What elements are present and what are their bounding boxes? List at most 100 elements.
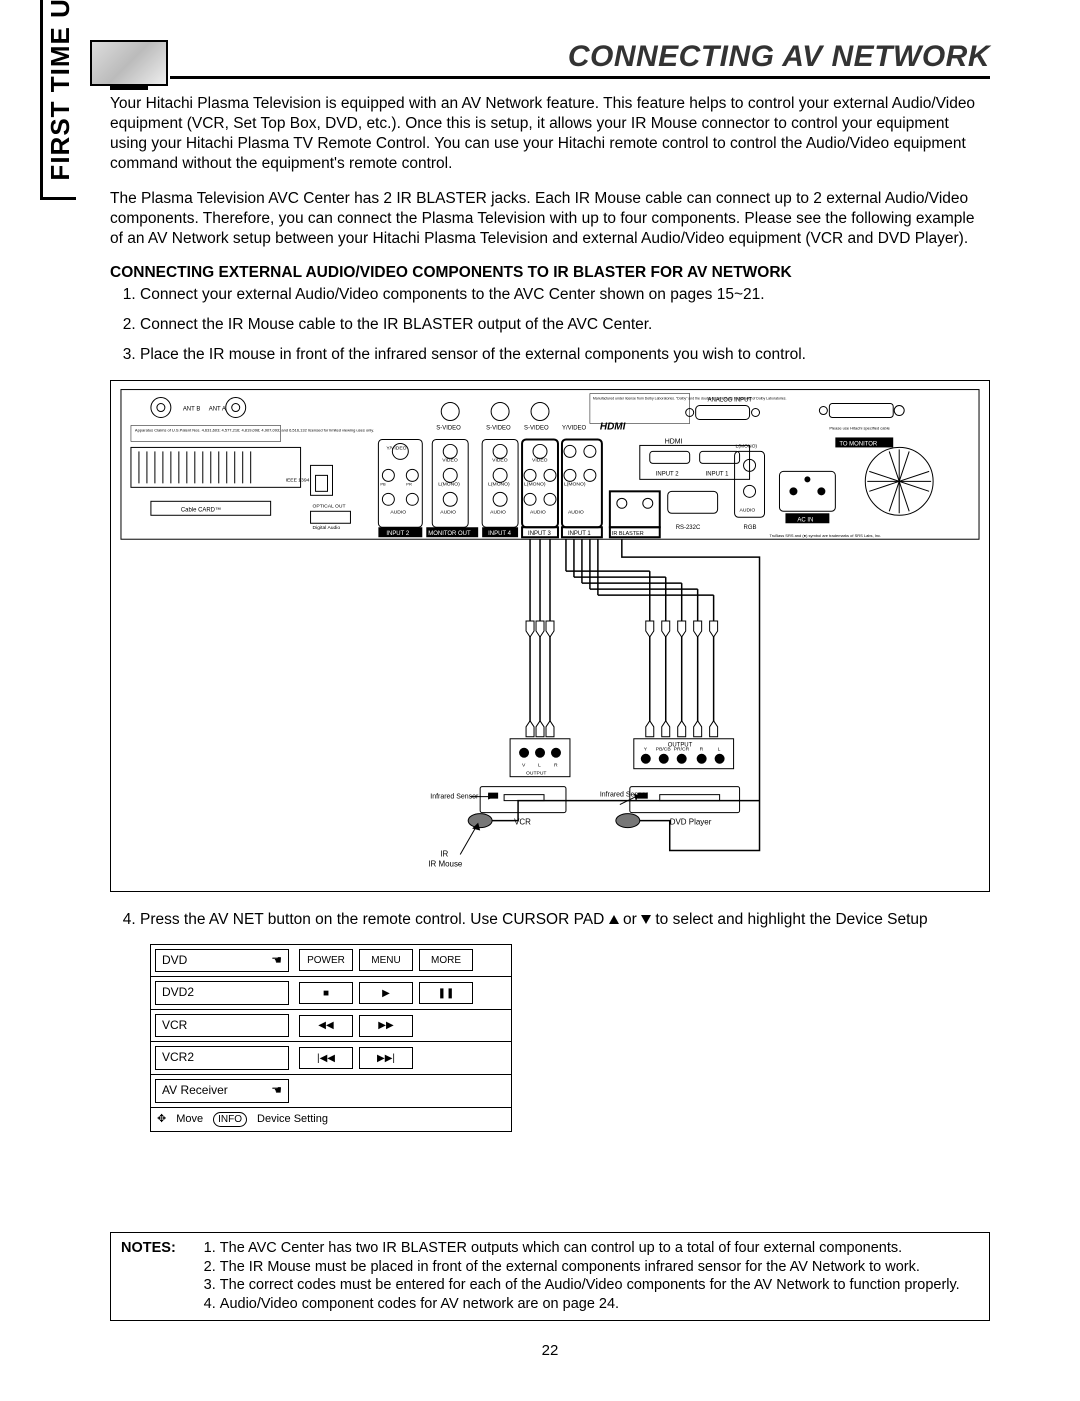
- hand-pointer-icon: ☚: [271, 1083, 282, 1099]
- svg-text:PB/CB: PB/CB: [656, 746, 672, 752]
- note-4: Audio/Video component codes for AV netwo…: [220, 1295, 960, 1314]
- svg-text:OUTPUT: OUTPUT: [526, 770, 546, 776]
- svg-text:AUDIO: AUDIO: [440, 509, 456, 515]
- avnet-row-dvd2[interactable]: DVD2: [155, 981, 289, 1005]
- svg-text:IR: IR: [440, 849, 448, 858]
- step-2: Connect the IR Mouse cable to the IR BLA…: [140, 315, 990, 335]
- svg-text:Manufactured under license fro: Manufactured under license from Dolby La…: [593, 396, 787, 400]
- svg-text:Y/VIDEO: Y/VIDEO: [562, 425, 587, 431]
- svg-text:PB: PB: [380, 481, 386, 486]
- avnet-btn-more[interactable]: MORE: [419, 949, 473, 971]
- svg-text:IEEE 1394: IEEE 1394: [286, 477, 310, 483]
- avnet-menu-panel: DVD ☚ POWER MENU MORE DVD2 ■ ▶ ❚❚: [150, 944, 512, 1132]
- svg-text:L(MONO): L(MONO): [488, 481, 510, 487]
- svg-text:L: L: [718, 746, 721, 752]
- note-1: The AVC Center has two IR BLASTER output…: [220, 1239, 960, 1258]
- avnet-btn-stop[interactable]: ■: [299, 982, 353, 1004]
- svg-text:TruBass SRS and (●) symbol are: TruBass SRS and (●) symbol are trademark…: [769, 533, 881, 538]
- svg-text:Y: Y: [644, 746, 648, 752]
- intro-paragraph-2: The Plasma Television AVC Center has 2 I…: [110, 189, 990, 249]
- section-tab: FIRST TIME USE: [40, 0, 76, 200]
- svg-text:AUDIO: AUDIO: [490, 509, 506, 515]
- svg-text:AUDIO: AUDIO: [740, 507, 756, 513]
- svg-text:PR: PR: [406, 481, 412, 486]
- tv-icon: [90, 40, 170, 90]
- svg-text:Please use Hitachi specified c: Please use Hitachi specified cable: [829, 425, 890, 430]
- move-arrows-icon: ✥: [157, 1112, 166, 1126]
- svg-text:ANALOG INPUT: ANALOG INPUT: [708, 397, 753, 403]
- avnet-btn-skipback[interactable]: |◀◀: [299, 1047, 353, 1069]
- svg-text:V: V: [522, 762, 526, 768]
- intro-paragraph-1: Your Hitachi Plasma Television is equipp…: [110, 94, 990, 175]
- note-3: The correct codes must be entered for ea…: [220, 1276, 960, 1295]
- step-1: Connect your external Audio/Video compon…: [140, 285, 990, 305]
- hand-pointer-icon: ☚: [271, 953, 282, 969]
- svg-text:INPUT 4: INPUT 4: [488, 531, 511, 537]
- svg-text:PR/CR: PR/CR: [674, 746, 690, 752]
- svg-text:RS-232C: RS-232C: [676, 525, 701, 531]
- svg-text:AUDIO: AUDIO: [568, 509, 584, 515]
- cursor-up-icon: [609, 915, 619, 924]
- avnet-btn-pause[interactable]: ❚❚: [419, 982, 473, 1004]
- avnet-btn-play[interactable]: ▶: [359, 982, 413, 1004]
- connection-diagram: ANT B ANT A Apparatus Claims of U.S.Pate…: [110, 380, 990, 892]
- avnet-footer: ✥ Move INFO Device Setting: [151, 1108, 511, 1131]
- notes-label: NOTES:: [121, 1239, 176, 1314]
- avnet-btn-menu[interactable]: MENU: [359, 949, 413, 971]
- label-digital-audio: Digital Audio: [313, 525, 341, 531]
- notes-box: NOTES: The AVC Center has two IR BLASTER…: [110, 1232, 990, 1321]
- label-ant-a: ANT A: [209, 406, 226, 412]
- info-button-icon: INFO: [213, 1112, 247, 1127]
- svg-text:S-VIDEO: S-VIDEO: [524, 425, 549, 431]
- svg-text:VCR: VCR: [514, 817, 531, 826]
- notes-list: The AVC Center has two IR BLASTER output…: [202, 1239, 960, 1314]
- svg-text:L(MONO): L(MONO): [438, 481, 460, 487]
- svg-text:L: L: [538, 762, 541, 768]
- svg-text:TO MONITOR: TO MONITOR: [839, 441, 878, 447]
- svg-text:HDMI: HDMI: [600, 421, 626, 432]
- svg-text:AUDIO: AUDIO: [530, 509, 546, 515]
- main-content: Your Hitachi Plasma Television is equipp…: [110, 94, 990, 1361]
- step-3: Place the IR mouse in front of the infra…: [140, 345, 990, 365]
- svg-text:Y/VIDEO: Y/VIDEO: [386, 445, 406, 451]
- avnet-btn-ff[interactable]: ▶▶: [359, 1015, 413, 1037]
- svg-text:L(MONO): L(MONO): [736, 443, 758, 449]
- label-apparatus: Apparatus Claims of U.S.Patent Nos. 4,63…: [135, 427, 374, 432]
- avnet-row-vcr[interactable]: VCR: [155, 1014, 289, 1038]
- svg-text:Infrared Sensor: Infrared Sensor: [600, 791, 649, 798]
- svg-text:MONITOR OUT: MONITOR OUT: [428, 531, 471, 537]
- avnet-row-vcr2[interactable]: VCR2: [155, 1046, 289, 1070]
- cursor-down-icon: [641, 915, 651, 924]
- svg-text:RGB: RGB: [744, 525, 757, 531]
- avnet-row-avreceiver[interactable]: AV Receiver ☚: [155, 1079, 289, 1103]
- svg-text:AC IN: AC IN: [797, 517, 813, 523]
- note-2: The IR Mouse must be placed in front of …: [220, 1258, 960, 1277]
- step-4-wrap: Press the AV NET button on the remote co…: [110, 910, 990, 930]
- label-ant-b: ANT B: [183, 406, 200, 412]
- avnet-btn-power[interactable]: POWER: [299, 949, 353, 971]
- svg-text:VIDEO: VIDEO: [532, 457, 548, 463]
- svg-text:VIDEO: VIDEO: [492, 457, 508, 463]
- svg-text:R: R: [554, 762, 558, 768]
- avnet-row-dvd[interactable]: DVD ☚: [155, 949, 289, 973]
- avnet-btn-skipfwd[interactable]: ▶▶|: [359, 1047, 413, 1069]
- steps-list: Connect your external Audio/Video compon…: [110, 285, 990, 365]
- svg-text:IR Mouse: IR Mouse: [428, 859, 463, 868]
- step-4: Press the AV NET button on the remote co…: [140, 910, 990, 930]
- avnet-btn-rew[interactable]: ◀◀: [299, 1015, 353, 1037]
- svg-text:INPUT 1: INPUT 1: [568, 531, 591, 537]
- subheading: CONNECTING EXTERNAL AUDIO/VIDEO COMPONEN…: [110, 263, 990, 283]
- svg-text:HDMI: HDMI: [665, 438, 683, 445]
- svg-text:INPUT 2: INPUT 2: [656, 471, 679, 477]
- svg-text:R: R: [700, 746, 704, 752]
- svg-text:S-VIDEO: S-VIDEO: [436, 425, 461, 431]
- page-header: CONNECTING AV NETWORK: [90, 40, 990, 90]
- svg-text:INPUT 2: INPUT 2: [386, 531, 409, 537]
- svg-text:L(MONO): L(MONO): [524, 481, 546, 487]
- svg-text:INPUT 1: INPUT 1: [706, 471, 729, 477]
- svg-text:INPUT 3: INPUT 3: [528, 531, 551, 537]
- page-number: 22: [110, 1341, 990, 1361]
- svg-text:AUDIO: AUDIO: [390, 509, 406, 515]
- label-cablecard: Cable CARD™: [181, 506, 221, 513]
- svg-text:S-VIDEO: S-VIDEO: [486, 425, 511, 431]
